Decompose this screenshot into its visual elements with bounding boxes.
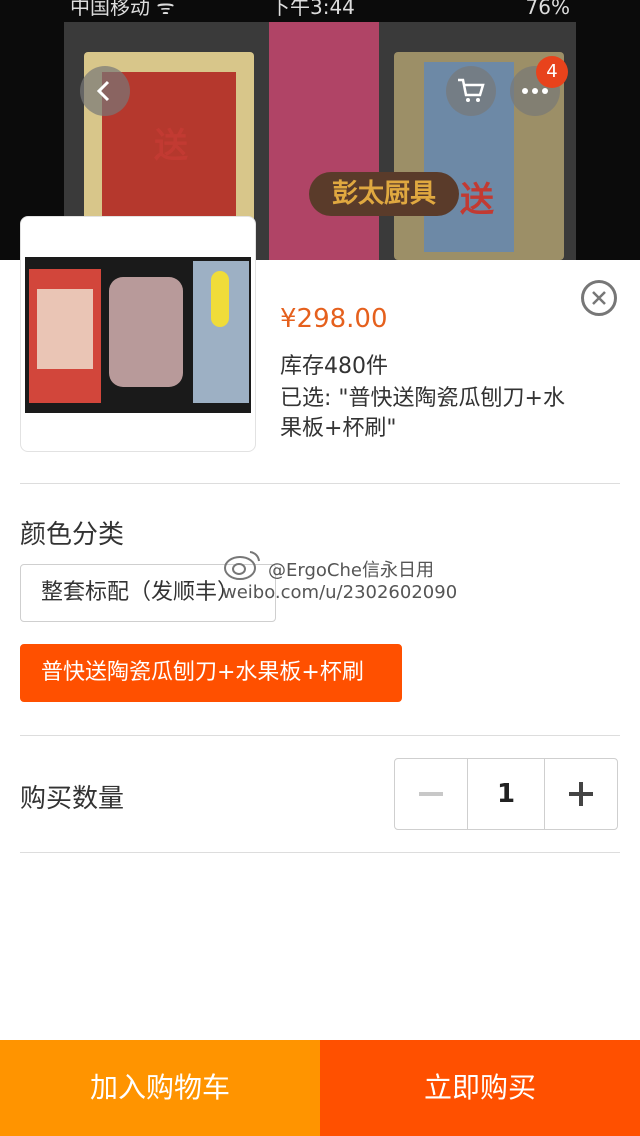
battery-level: 76% <box>525 0 570 19</box>
fruit-board <box>109 277 183 387</box>
cart-icon <box>458 78 485 102</box>
shop-logo: 彭太厨具 <box>309 172 459 216</box>
weibo-watermark: @ErgoChe信永日用 weibo.com/u/2302602090 <box>222 548 482 608</box>
product-thumbnail <box>20 216 256 452</box>
peeler-package <box>29 269 101 403</box>
cup-brush-package <box>193 261 249 403</box>
promo-text-left: 送 <box>154 126 188 166</box>
action-bar: 加入购物车 立即购买 <box>0 1040 640 1136</box>
color-section-title: 颜色分类 <box>20 520 125 550</box>
close-icon <box>592 291 606 305</box>
buy-now-button[interactable]: 立即购买 <box>320 1040 640 1136</box>
option-peeler-board-brush[interactable]: 普快送陶瓷瓜刨刀+水果板+杯刷 <box>20 644 402 702</box>
chevron-left-icon <box>96 80 110 102</box>
price-label: ¥298.00 <box>280 304 388 334</box>
pink-bottle-image <box>269 22 379 260</box>
more-icon <box>522 88 548 94</box>
divider <box>20 735 620 736</box>
add-to-cart-button[interactable]: 加入购物车 <box>0 1040 320 1136</box>
stock-label: 库存480件 <box>280 354 388 379</box>
status-bar: 中国移动 ᯤ 下午3:44 76% <box>0 0 640 22</box>
close-button[interactable] <box>581 280 617 316</box>
thumbnail-image <box>25 257 251 413</box>
back-button[interactable] <box>80 66 130 116</box>
notification-badge: 4 <box>536 56 568 88</box>
quantity-stepper: 1 <box>394 758 618 830</box>
divider <box>20 852 620 853</box>
plus-icon <box>569 782 593 806</box>
weibo-icon <box>224 551 260 580</box>
watermark-user: @ErgoChe信永日用 <box>268 560 434 581</box>
decrement-button[interactable] <box>395 759 467 829</box>
clock: 下午3:44 <box>270 0 355 19</box>
divider <box>20 483 620 484</box>
quantity-section-title: 购买数量 <box>20 784 125 814</box>
quantity-input[interactable]: 1 <box>467 759 545 829</box>
promo-text-right: 送 <box>460 180 494 220</box>
watermark-url: weibo.com/u/2302602090 <box>222 582 458 603</box>
increment-button[interactable] <box>545 759 617 829</box>
minus-icon <box>419 792 443 796</box>
selected-sku-label: 已选: "普快送陶瓷瓜刨刀+水果板+杯刷" <box>280 386 565 441</box>
carrier-label: 中国移动 ᯤ <box>70 0 175 19</box>
cart-button[interactable] <box>446 66 496 116</box>
